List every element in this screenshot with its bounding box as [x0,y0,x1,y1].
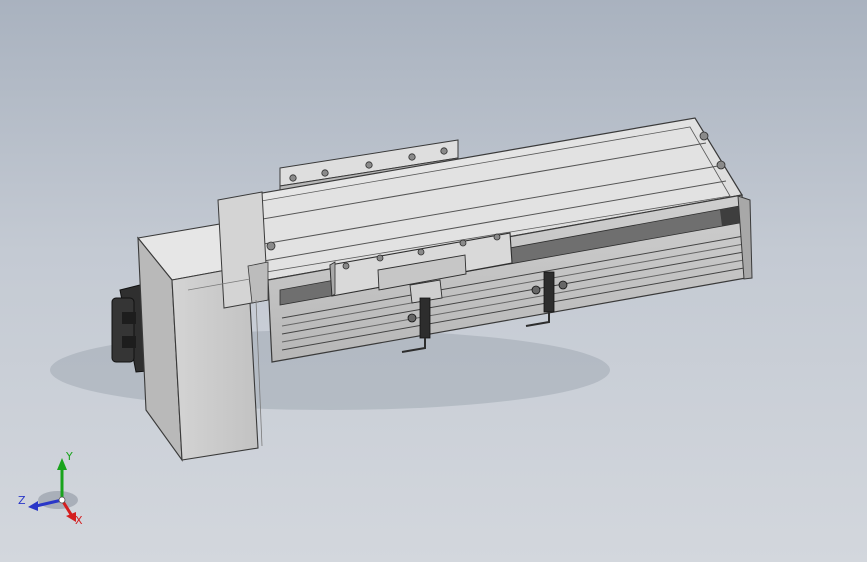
motor-housing[interactable] [136,191,269,462]
linear-actuator-model[interactable] [0,0,867,562]
z-axis-label: Z [18,494,26,507]
reference-triad-icon: Y Z X [18,450,83,527]
y-axis-label: Y [65,450,73,463]
x-axis-label: X [75,514,83,527]
graphics-viewport[interactable]: Y Z X [0,0,867,562]
